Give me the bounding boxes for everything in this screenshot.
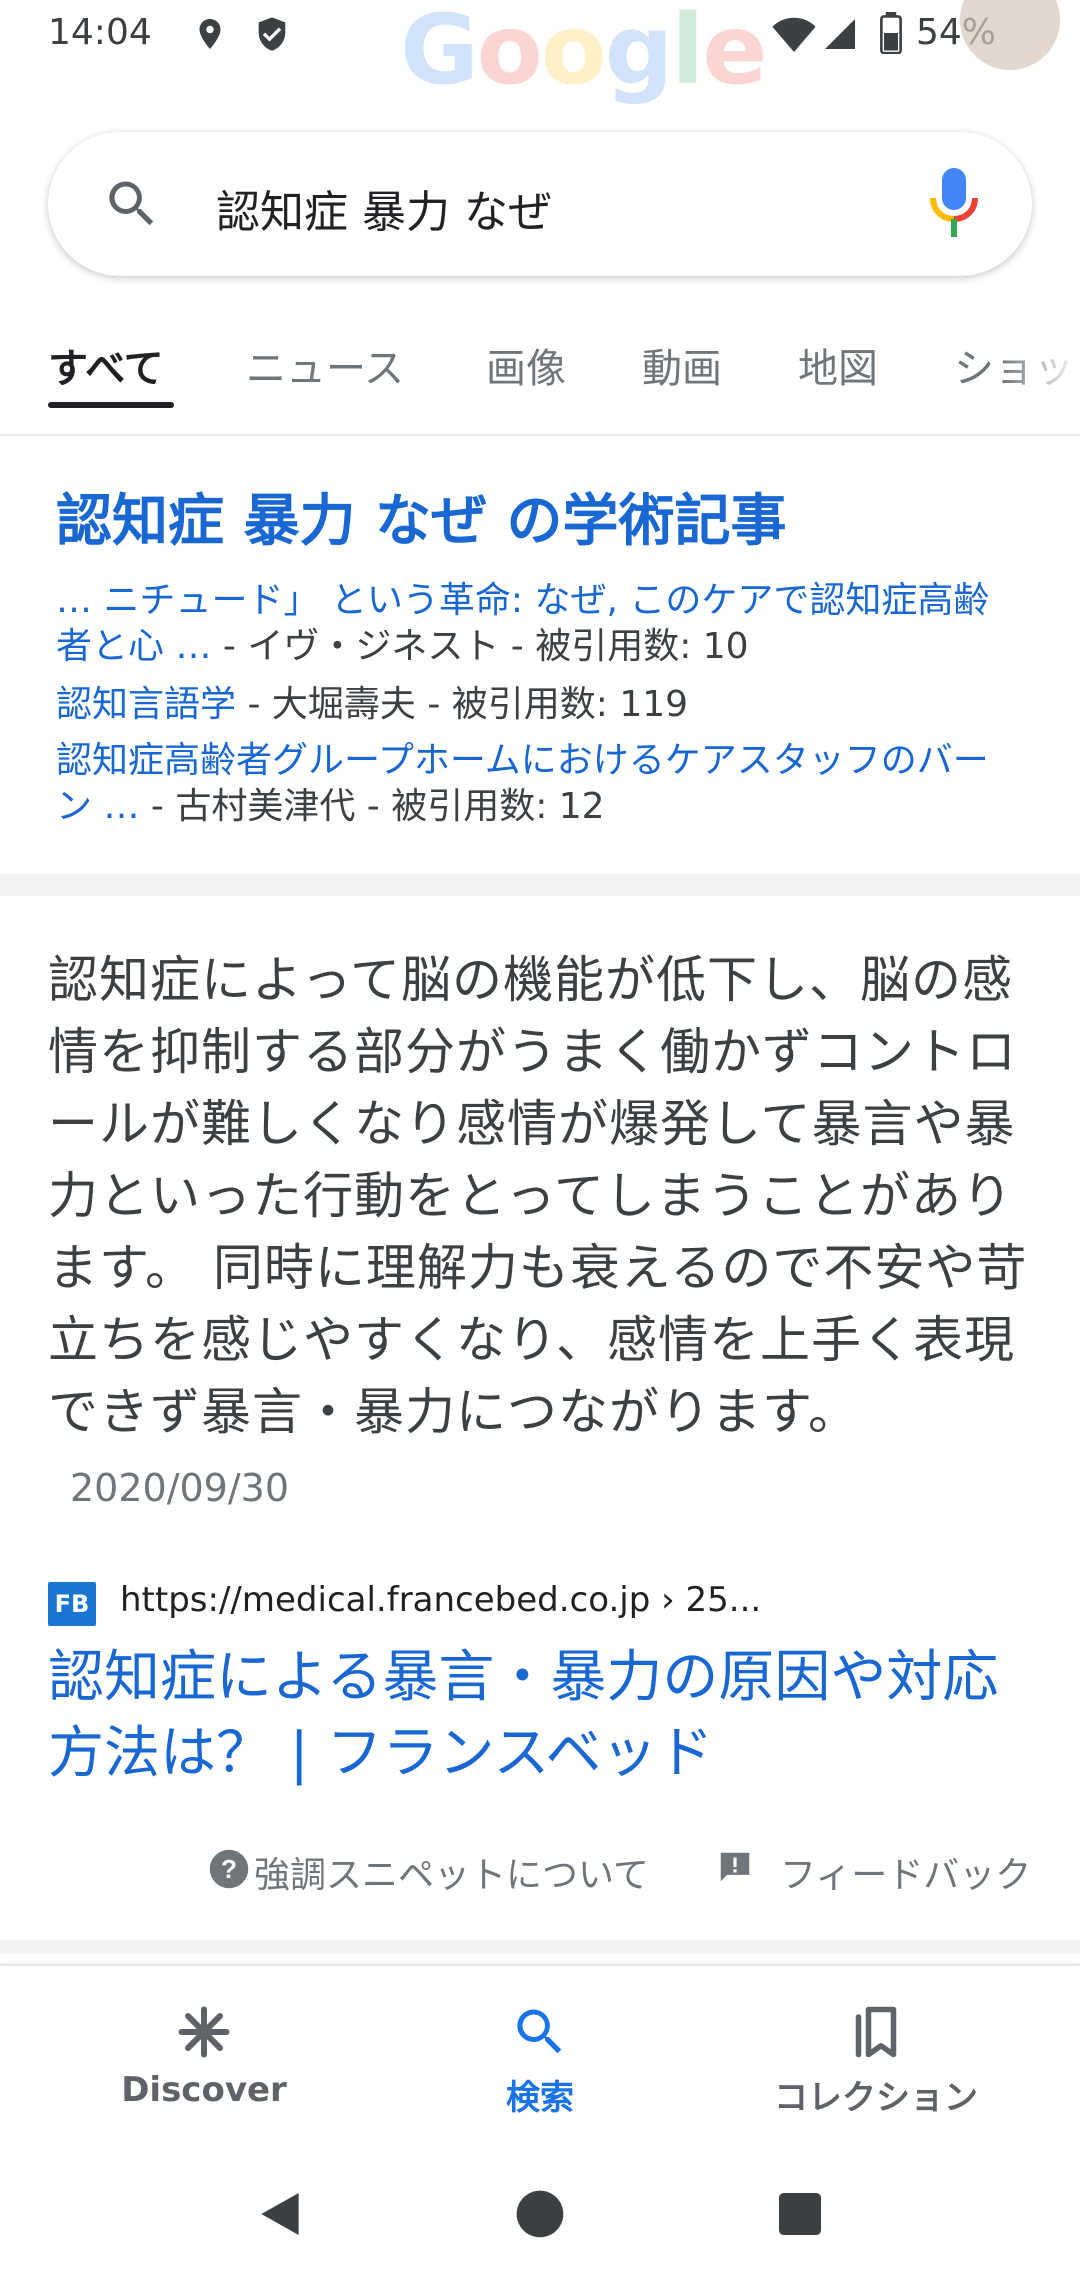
search-input[interactable]: 認知症 暴力 なぜ (216, 176, 552, 240)
status-time: 14:04 (48, 12, 152, 53)
search-icon (109, 181, 154, 226)
source-url[interactable]: https://medical.francebed.co.jp › 25... (120, 1580, 761, 1620)
snippet-date: 2020/09/30 (70, 1466, 290, 1510)
battery-icon (880, 12, 902, 54)
home-icon[interactable] (512, 2186, 568, 2242)
search-tabs: すべて ニュース 画像 動画 地図 ショッ (0, 330, 1080, 440)
system-navigation (0, 2140, 1080, 2280)
search-box[interactable]: 認知症 暴力 なぜ (48, 132, 1032, 276)
nav-discover[interactable]: Discover (54, 2002, 354, 2110)
source-favicon: FB (48, 1582, 96, 1626)
avatar[interactable] (960, 0, 1060, 70)
shield-icon (258, 17, 286, 51)
nav-collections[interactable]: コレクション (726, 2002, 1026, 2119)
status-bar: 14:04 Google 54% (0, 0, 1080, 106)
tab-maps[interactable]: 地図 (798, 336, 878, 394)
featured-snippet: 認知症によって脳の機能が低下し、脳の感情を抑制する部分がうまく働かずコントロール… (48, 944, 1038, 1524)
help-icon[interactable]: ? (208, 1848, 250, 1890)
tab-images[interactable]: 画像 (486, 336, 566, 394)
location-icon (199, 19, 221, 49)
scholar-link[interactable]: 認知言語学 (56, 684, 236, 725)
about-snippet-link[interactable]: 強調スニペットについて (254, 1846, 649, 1898)
scholar-item[interactable]: 認知言語学 - 大堀壽夫 - 被引用数: 119 (56, 682, 1016, 728)
scholar-item[interactable]: … ニチュード」 という革命: なぜ, このケアで認知症高齢者と心 … - イヴ… (56, 578, 1016, 670)
divider (0, 434, 1080, 436)
nav-collections-label: コレクション (774, 2078, 978, 2118)
section-divider (0, 1940, 1080, 1954)
scholar-item[interactable]: 認知症高齢者グループホームにおけるケアスタッフのバーン … - 古村美津代 - … (56, 738, 1016, 830)
scholar-meta: - イヴ・ジネスト - 被引用数: 10 (211, 626, 749, 667)
nav-discover-label: Discover (121, 2070, 287, 2110)
wifi-icon (772, 17, 816, 52)
tab-news[interactable]: ニュース (246, 336, 404, 394)
section-divider (0, 874, 1080, 896)
feedback-link[interactable]: フィードバック (780, 1846, 1031, 1898)
bottom-navigation: Discover 検索 コレクション (0, 1964, 1080, 2140)
tab-all[interactable]: すべて (48, 336, 164, 394)
snippet-text: 認知症によって脳の機能が低下し、脳の感情を抑制する部分がうまく働かずコントロール… (48, 951, 1028, 1441)
recents-icon[interactable] (772, 2186, 828, 2242)
search-icon (517, 2009, 562, 2054)
mic-icon[interactable] (924, 168, 984, 240)
feedback-icon[interactable] (716, 1848, 754, 1886)
result-title-link[interactable]: 認知症による暴言・暴力の原因や対応方法は？ | フランスベッド (48, 1640, 1038, 1792)
discover-icon (178, 2006, 230, 2058)
svg-text:?: ? (221, 1854, 237, 1884)
tab-videos[interactable]: 動画 (642, 336, 722, 394)
scholar-meta: - 大堀壽夫 - 被引用数: 119 (236, 684, 689, 725)
active-tab-indicator (48, 402, 174, 408)
nav-search[interactable]: 検索 (390, 2002, 690, 2119)
scholar-meta: - 古村美津代 - 被引用数: 12 (139, 786, 605, 827)
scholar-title[interactable]: 認知症 暴力 なぜ の学術記事 (56, 476, 787, 557)
nav-search-label: 検索 (506, 2078, 574, 2118)
back-icon[interactable] (252, 2186, 308, 2242)
google-logo: Google (400, 0, 767, 106)
tabs-fade (1000, 330, 1080, 400)
cellular-icon (825, 19, 855, 49)
bookmarks-icon (855, 2006, 897, 2058)
